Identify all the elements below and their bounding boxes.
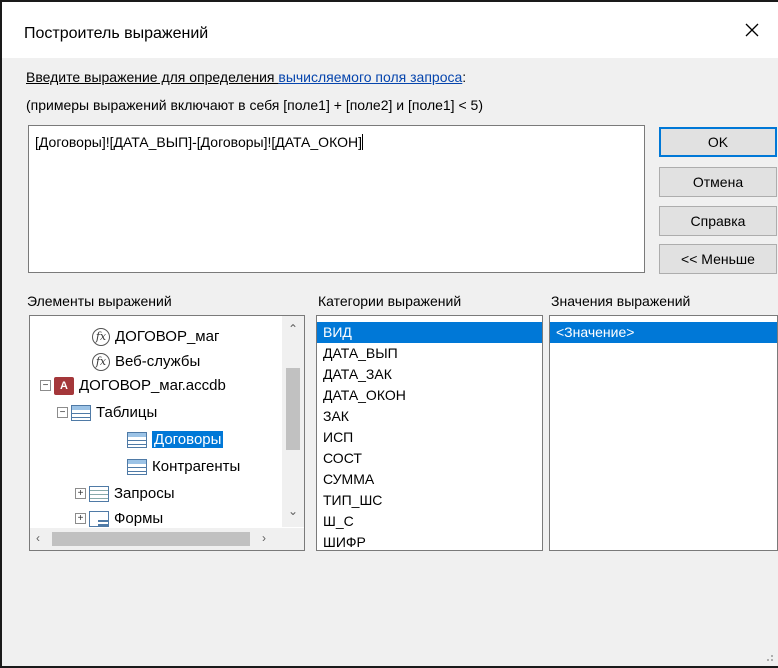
expression-elements-tree[interactable]: fx ДОГОВОР_маг fx Веб-службы − A ДОГОВОР… xyxy=(29,315,305,551)
tree-item-label: Договоры xyxy=(152,431,224,448)
list-item[interactable]: ДАТА_ОКОН xyxy=(317,385,542,406)
window-title: Построитель выражений xyxy=(24,25,209,42)
tree-item-dogovor-mag[interactable]: fx ДОГОВОР_маг xyxy=(92,325,219,348)
tree-item-web-services[interactable]: fx Веб-службы xyxy=(92,350,200,373)
tree-item-label: Запросы xyxy=(114,485,175,502)
list-item[interactable]: ШИФР xyxy=(317,532,542,550)
expand-icon[interactable]: + xyxy=(75,513,86,524)
categories-items: ВИД ДАТА_ВЫП ДАТА_ЗАК ДАТА_ОКОН ЗАК ИСП … xyxy=(317,316,542,550)
tree-item-label: Веб-службы xyxy=(115,353,201,370)
instruction-prefix: Введите выражение для определения xyxy=(26,69,279,85)
list-item[interactable]: <Значение> xyxy=(550,322,777,343)
tree-item-forms[interactable]: + Формы xyxy=(75,507,163,530)
table-icon xyxy=(71,404,91,421)
text-caret xyxy=(361,134,363,150)
table-icon xyxy=(127,431,147,448)
tree-vertical-scrollbar[interactable]: ⌃ ⌄ xyxy=(282,316,304,527)
scroll-down-icon[interactable]: ⌄ xyxy=(288,504,298,518)
horizontal-scroll-thumb[interactable] xyxy=(52,532,250,546)
tree-item-kontragenty[interactable]: Контрагенты xyxy=(127,455,240,478)
scroll-right-icon[interactable]: › xyxy=(262,531,266,545)
expression-categories-list[interactable]: ВИД ДАТА_ВЫП ДАТА_ЗАК ДАТА_ОКОН ЗАК ИСП … xyxy=(316,315,543,551)
expression-builder-dialog: Построитель выражений Введите выражение … xyxy=(0,0,778,668)
ok-button[interactable]: OK xyxy=(659,127,777,157)
list-item[interactable]: ЗАК xyxy=(317,406,542,427)
list-item[interactable]: ВИД xyxy=(317,322,542,343)
expand-icon[interactable]: + xyxy=(75,488,86,499)
list-item[interactable]: ДАТА_ЗАК xyxy=(317,364,542,385)
tree-item-label: Таблицы xyxy=(96,404,158,421)
tree-item-queries[interactable]: + Запросы xyxy=(75,482,175,505)
function-icon: fx xyxy=(92,352,110,371)
collapse-icon[interactable]: − xyxy=(40,380,51,391)
close-icon xyxy=(745,23,759,37)
tree-item-label: Контрагенты xyxy=(152,458,241,475)
title-bar: Построитель выражений xyxy=(2,2,778,58)
tree-item-database[interactable]: − A ДОГОВОР_маг.accdb xyxy=(40,374,226,397)
instruction-line-2: (примеры выражений включают в себя [поле… xyxy=(26,97,483,113)
close-button[interactable] xyxy=(726,2,778,58)
values-label: Значения выражений xyxy=(551,293,691,309)
scroll-up-icon[interactable]: ⌃ xyxy=(288,322,298,336)
list-item[interactable]: СОСТ xyxy=(317,448,542,469)
scroll-left-icon[interactable]: ‹ xyxy=(36,531,40,545)
instruction-suffix: : xyxy=(462,69,467,85)
calculated-field-link[interactable]: вычисляемого поля запроса xyxy=(278,69,462,85)
list-item[interactable]: Ш_С xyxy=(317,511,542,532)
tree-item-label: ДОГОВОР_маг xyxy=(115,328,220,345)
cancel-button[interactable]: Отмена xyxy=(659,167,777,197)
access-database-icon: A xyxy=(54,376,74,395)
collapse-icon[interactable]: − xyxy=(57,407,68,418)
tree-horizontal-scrollbar[interactable]: ‹ › xyxy=(30,528,304,550)
expression-input[interactable]: [Договоры]![ДАТА_ВЫП]-[Договоры]![ДАТА_О… xyxy=(28,125,645,273)
list-item[interactable]: ТИП_ШС xyxy=(317,490,542,511)
instruction-line-1: Введите выражение для определения вычисл… xyxy=(26,69,466,85)
function-icon: fx xyxy=(92,327,110,346)
tree-item-dogovory[interactable]: Договоры xyxy=(127,428,224,451)
expression-text: [Договоры]![ДАТА_ВЫП]-[Договоры]![ДАТА_О… xyxy=(35,134,362,150)
vertical-scroll-thumb[interactable] xyxy=(286,368,300,450)
values-items: <Значение> xyxy=(550,316,777,343)
expression-values-list[interactable]: <Значение> xyxy=(549,315,778,551)
help-button[interactable]: Справка xyxy=(659,206,777,236)
resize-grip-icon[interactable] xyxy=(764,652,774,662)
less-button[interactable]: << Меньше xyxy=(659,244,777,274)
elements-label: Элементы выражений xyxy=(27,293,172,309)
tree-item-label: ДОГОВОР_маг.accdb xyxy=(79,377,226,394)
tree-item-tables[interactable]: − Таблицы xyxy=(57,401,157,424)
list-item[interactable]: СУММА xyxy=(317,469,542,490)
table-icon xyxy=(127,458,147,475)
query-icon xyxy=(89,485,109,502)
form-icon xyxy=(89,510,109,527)
categories-label: Категории выражений xyxy=(318,293,462,309)
list-item[interactable]: ДАТА_ВЫП xyxy=(317,343,542,364)
list-item[interactable]: ИСП xyxy=(317,427,542,448)
tree-item-label: Формы xyxy=(114,510,164,527)
